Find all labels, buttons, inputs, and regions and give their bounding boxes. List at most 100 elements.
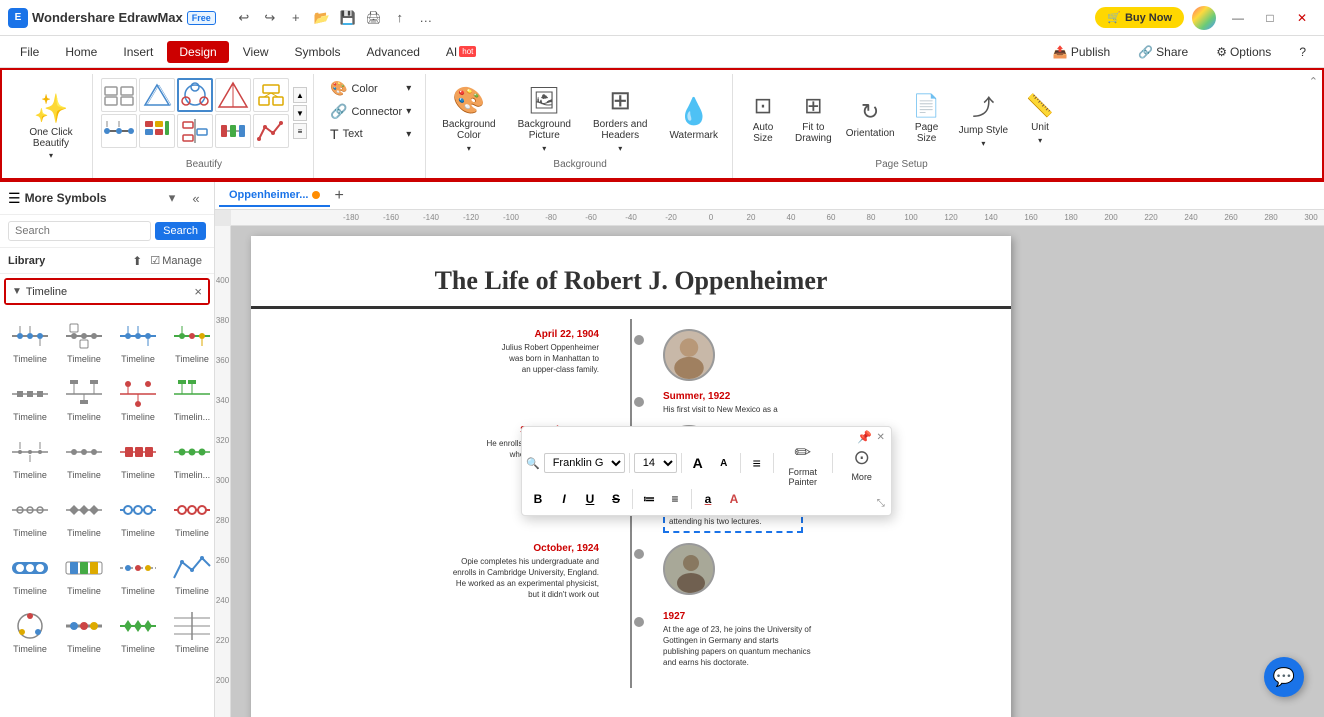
- chat-button[interactable]: 💬: [1264, 657, 1304, 697]
- sidebar-dropdown-button[interactable]: ▾: [162, 188, 182, 208]
- canvas-tab-oppenheimer[interactable]: Oppenheimer...: [219, 185, 330, 207]
- list-item[interactable]: Timelin...: [166, 371, 214, 427]
- search-input[interactable]: [8, 221, 151, 241]
- list-item[interactable]: Timeline: [166, 487, 214, 543]
- print-button[interactable]: 🖨: [362, 6, 386, 30]
- list-item[interactable]: Timeline: [112, 487, 164, 543]
- font-size-select[interactable]: 14: [634, 453, 677, 473]
- minimize-button[interactable]: —: [1224, 7, 1252, 29]
- close-button[interactable]: ✕: [1288, 7, 1316, 29]
- list-item[interactable]: Timeline: [112, 545, 164, 601]
- list-item[interactable]: Timeline: [4, 371, 56, 427]
- menu-symbols[interactable]: Symbols: [283, 41, 353, 63]
- canvas[interactable]: The Life of Robert J. Oppenheimer April …: [231, 226, 1324, 717]
- connector-button[interactable]: 🔗 Connector ▾: [324, 101, 417, 122]
- add-tab-button[interactable]: +: [330, 187, 347, 205]
- align-button[interactable]: ≡: [745, 451, 769, 475]
- list-item[interactable]: Timeline: [4, 429, 56, 485]
- menu-file[interactable]: File: [8, 41, 51, 63]
- style-btn-6[interactable]: [101, 114, 137, 148]
- more-quick-btn[interactable]: …: [414, 6, 438, 30]
- maximize-button[interactable]: □: [1256, 7, 1284, 29]
- style-btn-7[interactable]: [139, 114, 175, 148]
- list-item[interactable]: Timeline: [58, 313, 110, 369]
- strikethrough-button[interactable]: S: [604, 487, 628, 511]
- fit-to-drawing-button[interactable]: ⊞ Fit to Drawing: [789, 89, 838, 148]
- list-item[interactable]: Timelin...: [166, 429, 214, 485]
- list-item[interactable]: Timeline: [58, 603, 110, 659]
- style-btn-8[interactable]: [177, 114, 213, 148]
- scroll-up-button[interactable]: ▲: [293, 87, 307, 103]
- menu-advanced[interactable]: Advanced: [355, 41, 432, 63]
- list-item[interactable]: Timeline: [166, 545, 214, 601]
- open-button[interactable]: 📂: [310, 6, 334, 30]
- list-item[interactable]: Timeline: [112, 429, 164, 485]
- list-item[interactable]: Timeline: [58, 545, 110, 601]
- menu-view[interactable]: View: [231, 41, 281, 63]
- menu-ai[interactable]: AI hot: [434, 41, 488, 63]
- scroll-expand-button[interactable]: ≡: [293, 123, 307, 139]
- list-item[interactable]: Timeline: [112, 603, 164, 659]
- font-color-button[interactable]: A: [722, 487, 746, 511]
- format-painter-button[interactable]: ✏ Format Painter: [778, 441, 828, 485]
- help-button[interactable]: ?: [1289, 41, 1316, 63]
- menu-design[interactable]: Design: [167, 41, 228, 63]
- underline-button[interactable]: U: [578, 487, 602, 511]
- style-btn-10[interactable]: [253, 114, 289, 148]
- redo-button[interactable]: ↪: [258, 6, 282, 30]
- list-item[interactable]: Timeline: [4, 313, 56, 369]
- list-item[interactable]: Timeline: [4, 545, 56, 601]
- color-button[interactable]: 🎨 Color ▾: [324, 78, 417, 99]
- manage-button[interactable]: ☑ Manage: [146, 252, 206, 269]
- unordered-list-button[interactable]: ≡: [663, 487, 687, 511]
- publish-button[interactable]: 📤 Publish: [1043, 41, 1120, 63]
- font-family-select[interactable]: Franklin G: [544, 453, 625, 473]
- text-underline-color-button[interactable]: a: [696, 487, 720, 511]
- options-button[interactable]: ⚙ Options: [1206, 41, 1281, 63]
- save-button[interactable]: 💾: [336, 6, 360, 30]
- background-picture-button[interactable]: 🖼 Background Picture ▾: [508, 81, 581, 157]
- toolbar-resize-button[interactable]: ⤡: [877, 498, 885, 509]
- more-button[interactable]: ⊙ More: [837, 441, 887, 485]
- one-click-beautify-button[interactable]: ✨ One Click Beautify ▾: [16, 88, 86, 164]
- menu-home[interactable]: Home: [53, 41, 109, 63]
- list-item[interactable]: Timeline: [166, 603, 214, 659]
- new-button[interactable]: +: [284, 6, 308, 30]
- timeline-close-button[interactable]: ×: [194, 284, 202, 299]
- unit-button[interactable]: 📏 Unit ▾: [1016, 89, 1064, 149]
- style-btn-5[interactable]: [253, 78, 289, 112]
- italic-button[interactable]: I: [552, 487, 576, 511]
- watermark-button[interactable]: 💧 Watermark: [659, 92, 728, 145]
- orientation-button[interactable]: ↻ Orientation: [840, 95, 901, 143]
- text-button[interactable]: T Text ▾: [324, 124, 417, 144]
- list-item[interactable]: Timeline: [166, 313, 214, 369]
- list-item[interactable]: Timeline: [112, 371, 164, 427]
- auto-size-button[interactable]: ⊡ Auto Size: [739, 89, 787, 148]
- style-btn-4[interactable]: [215, 78, 251, 112]
- list-item[interactable]: Timeline: [58, 429, 110, 485]
- style-btn-3[interactable]: [177, 78, 213, 112]
- ordered-list-button[interactable]: ≔: [637, 487, 661, 511]
- list-item[interactable]: Timeline: [4, 487, 56, 543]
- style-btn-1[interactable]: [101, 78, 137, 112]
- borders-headers-button[interactable]: ⊞ Borders and Headers ▾: [583, 81, 657, 157]
- jump-style-button[interactable]: ⤴ Jump Style ▾: [953, 86, 1014, 152]
- list-item[interactable]: Timeline: [58, 487, 110, 543]
- page-size-button[interactable]: 📄 Page Size: [903, 89, 951, 148]
- export-button[interactable]: ↑: [388, 6, 412, 30]
- undo-button[interactable]: ↩: [232, 6, 256, 30]
- list-item[interactable]: Timeline: [4, 603, 56, 659]
- toolbar-pin-close-button[interactable]: 📌: [857, 429, 873, 445]
- style-btn-2[interactable]: [139, 78, 175, 112]
- scroll-down-button[interactable]: ▼: [293, 105, 307, 121]
- grow-text-button[interactable]: A: [686, 451, 710, 475]
- background-color-button[interactable]: 🎨 Background Color ▾: [432, 81, 505, 157]
- list-item[interactable]: Timeline: [112, 313, 164, 369]
- avatar[interactable]: [1192, 6, 1216, 30]
- search-button[interactable]: Search: [155, 222, 206, 240]
- ribbon-collapse-button[interactable]: ⌃: [1309, 75, 1318, 88]
- style-btn-9[interactable]: [215, 114, 251, 148]
- bold-button[interactable]: B: [526, 487, 550, 511]
- toolbar-close-button[interactable]: ✕: [873, 429, 889, 445]
- shrink-text-button[interactable]: A: [712, 451, 736, 475]
